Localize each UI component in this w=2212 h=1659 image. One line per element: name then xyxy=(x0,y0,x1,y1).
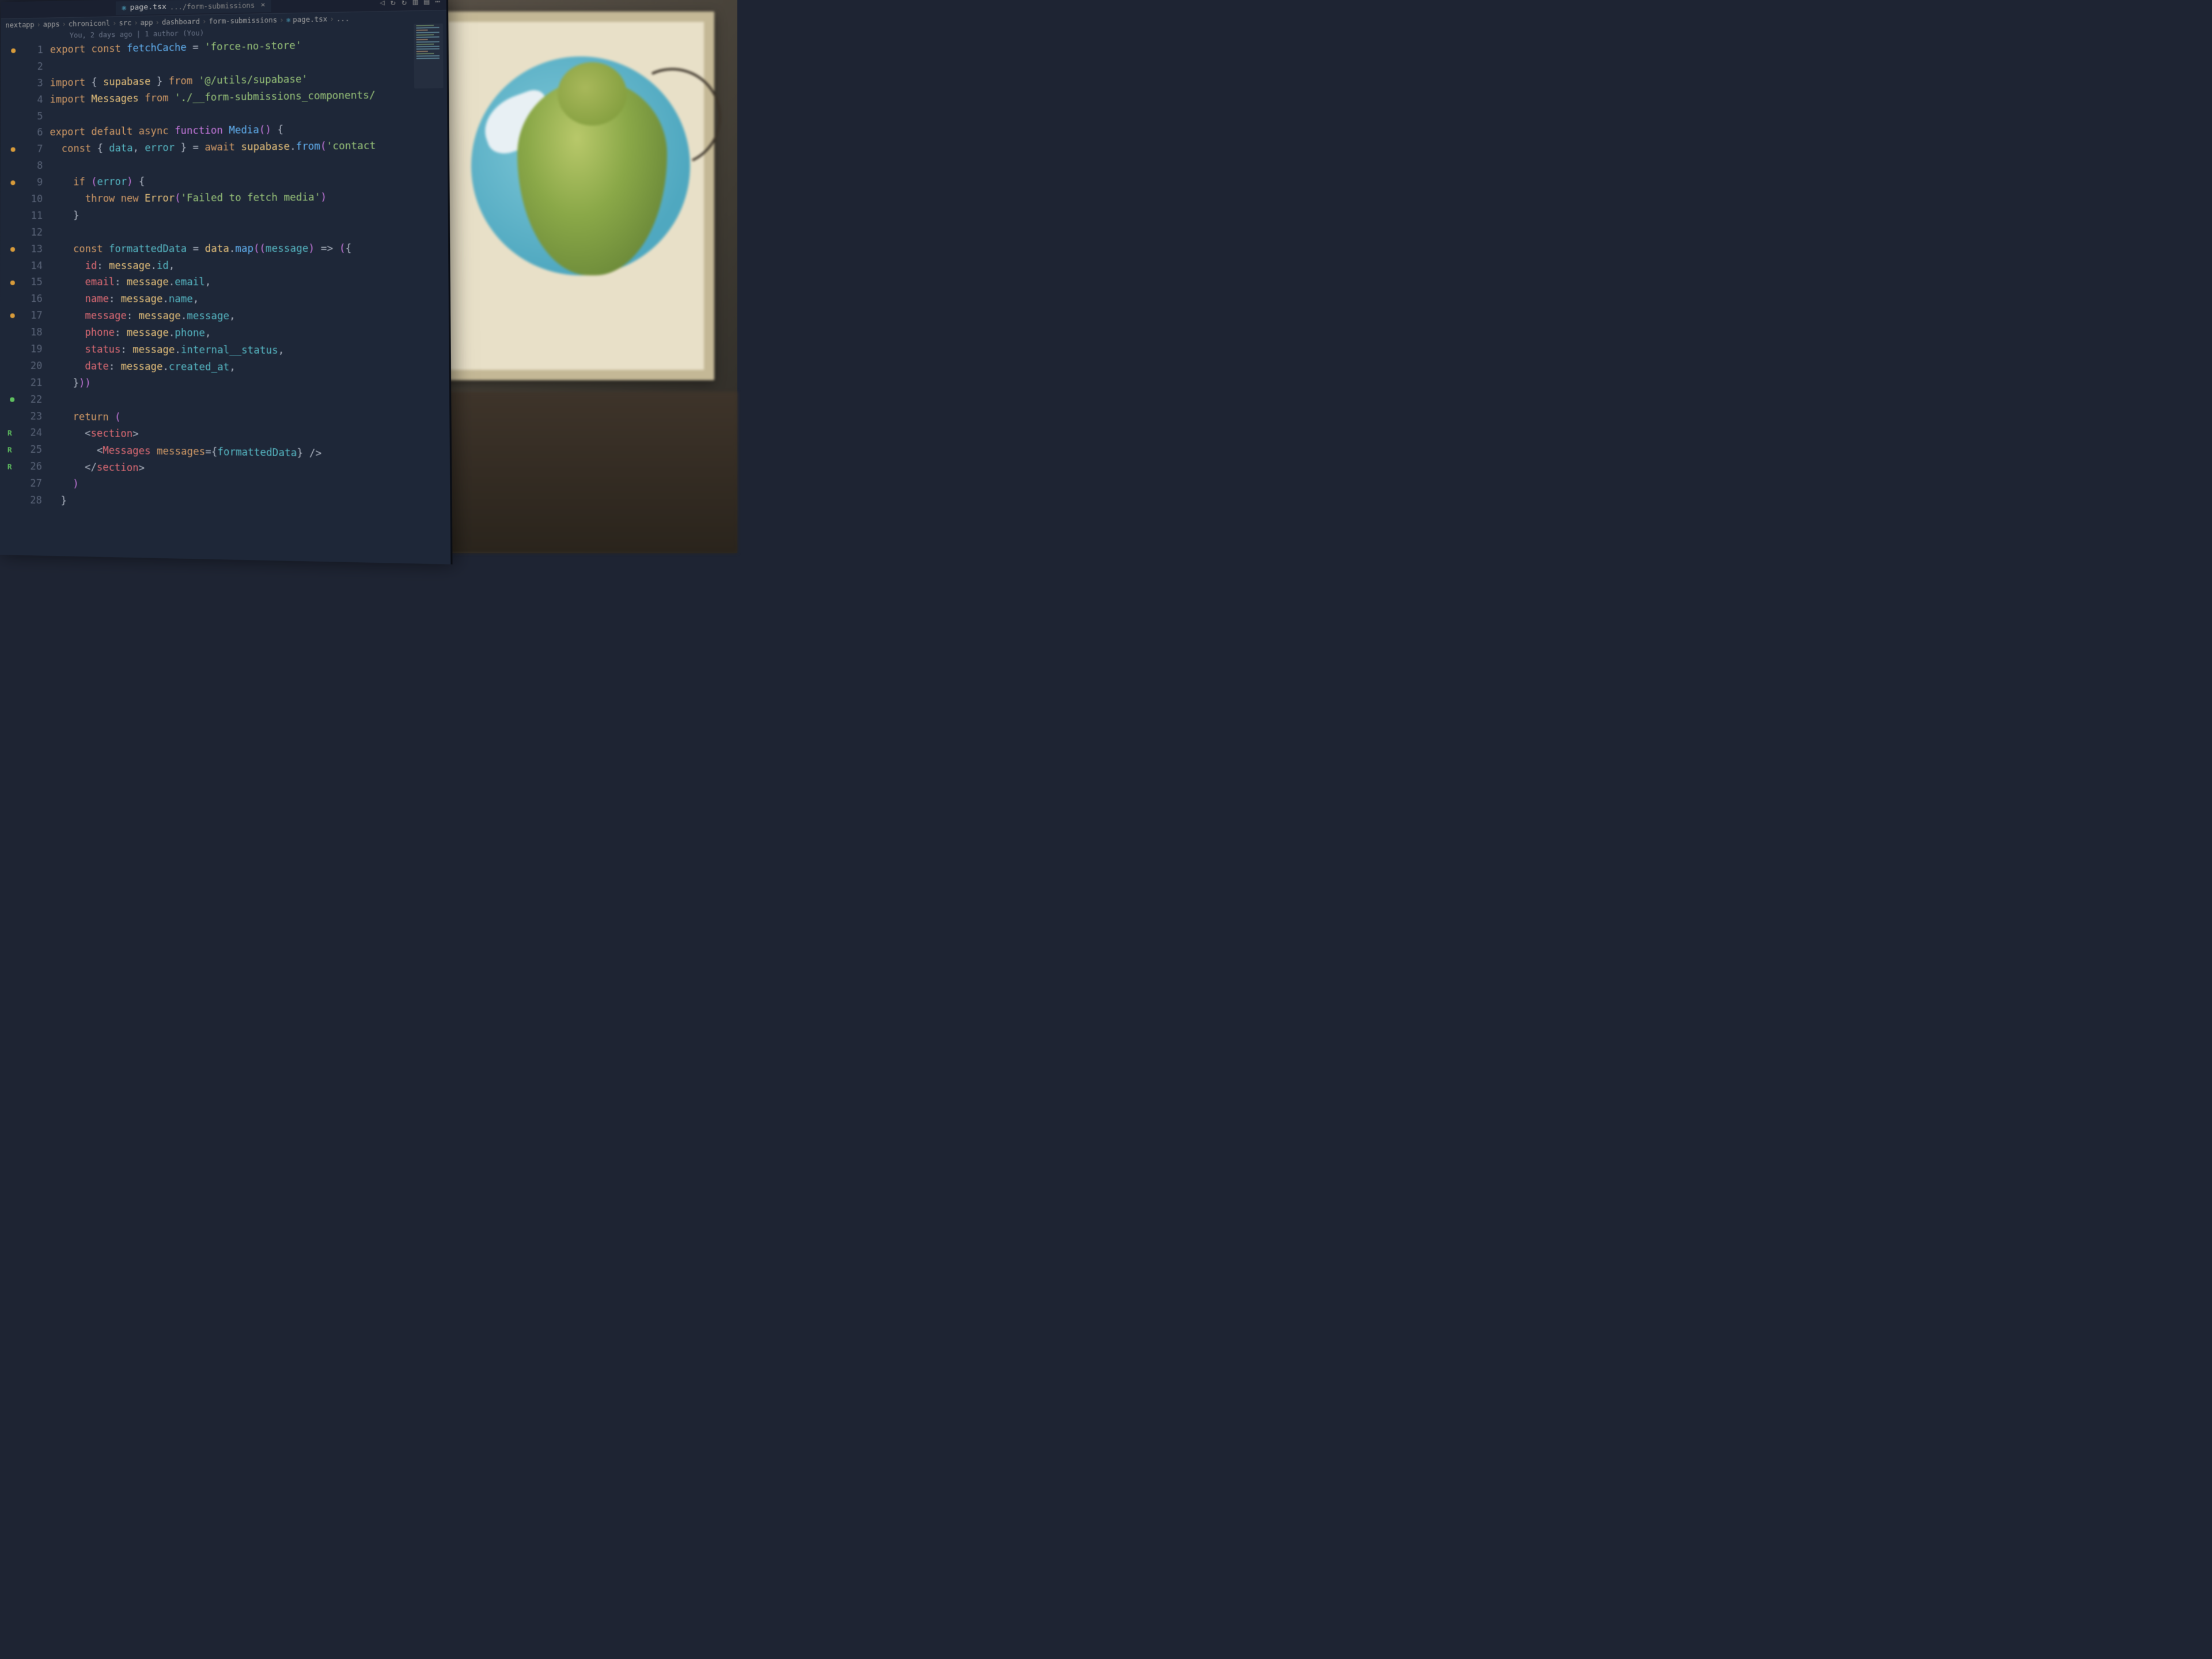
line-number[interactable]: 17 xyxy=(23,308,43,324)
line-number[interactable]: 9 xyxy=(23,175,43,191)
picture-frame xyxy=(438,12,714,380)
line-number[interactable]: 14 xyxy=(23,258,43,275)
gutter-marks: RRR xyxy=(0,43,24,509)
line-number[interactable]: 12 xyxy=(23,225,43,241)
code-line[interactable]: message: message.message, xyxy=(50,308,449,326)
breadcrumb-segment[interactable]: dashboard xyxy=(162,17,200,26)
chevron-right-icon: › xyxy=(134,19,138,27)
breadcrumb-segment[interactable]: nextapp xyxy=(5,21,34,29)
line-number[interactable]: 11 xyxy=(23,208,43,225)
code-line[interactable]: if (error) { xyxy=(50,172,448,191)
line-number[interactable]: 27 xyxy=(22,475,42,493)
chevron-right-icon: › xyxy=(329,15,334,23)
editor-window: ⚛ page.tsx .../form-submissions × ◁ ↻ ↻ … xyxy=(0,0,453,565)
gutter-dot-icon xyxy=(10,247,15,252)
layout-icon[interactable]: ▤ xyxy=(424,0,429,6)
nav-back-icon[interactable]: ◁ xyxy=(380,0,385,7)
code-line[interactable]: date: message.created_at, xyxy=(49,358,449,378)
code-line[interactable]: } xyxy=(50,206,448,224)
line-number[interactable]: 16 xyxy=(23,291,43,308)
line-number[interactable]: 4 xyxy=(24,92,43,108)
code-line[interactable]: status: message.internal__status, xyxy=(50,342,449,361)
line-number[interactable]: 2 xyxy=(24,59,43,75)
code-line[interactable] xyxy=(50,223,448,241)
more-icon[interactable]: ⋯ xyxy=(435,0,440,6)
line-number[interactable]: 13 xyxy=(23,241,43,258)
tab-filename: page.tsx xyxy=(130,3,166,12)
code-content[interactable]: export const fetchCache = 'force-no-stor… xyxy=(49,35,450,517)
line-number[interactable]: 22 xyxy=(22,392,42,408)
breadcrumb-segment[interactable]: form-submissions xyxy=(209,16,278,25)
line-numbers-gutter: 1234567891011121314151617181920212223242… xyxy=(22,42,50,509)
chevron-right-icon: › xyxy=(202,17,206,25)
line-number[interactable]: 20 xyxy=(22,358,42,374)
breadcrumb-segment[interactable]: app xyxy=(141,18,153,26)
code-line[interactable]: id: message.id, xyxy=(50,257,449,275)
code-area: RRR 123456789101112131415161718192021222… xyxy=(0,35,450,517)
line-number[interactable]: 10 xyxy=(23,191,43,208)
split-editor-icon[interactable]: ▥ xyxy=(413,0,418,7)
chevron-right-icon: › xyxy=(62,20,66,28)
line-number[interactable]: 19 xyxy=(22,341,42,358)
code-line[interactable]: phone: message.phone, xyxy=(50,325,449,343)
gutter-letter-mark: R xyxy=(7,427,12,440)
line-number[interactable]: 21 xyxy=(22,374,42,391)
breadcrumb-segment[interactable]: src xyxy=(119,19,131,27)
gutter-dot-icon xyxy=(11,147,16,152)
line-number[interactable]: 5 xyxy=(24,108,43,125)
breadcrumb-segment[interactable]: chroniconl xyxy=(69,19,110,28)
line-number[interactable]: 1 xyxy=(24,42,43,59)
code-line[interactable]: email: message.email, xyxy=(50,274,449,291)
line-number[interactable]: 8 xyxy=(23,158,43,175)
minimap[interactable] xyxy=(414,24,443,89)
desk-surface xyxy=(438,392,737,553)
chevron-right-icon: › xyxy=(279,16,284,24)
line-number[interactable]: 6 xyxy=(24,125,43,142)
react-icon: ⚛ xyxy=(122,3,127,13)
picture-circle xyxy=(471,56,690,275)
gutter-letter-mark: R xyxy=(7,461,12,474)
line-number[interactable]: 28 xyxy=(22,492,42,509)
reload-icon[interactable]: ↻ xyxy=(391,0,396,7)
line-number[interactable]: 15 xyxy=(23,274,43,291)
gutter-dot-icon xyxy=(10,397,14,402)
code-line[interactable]: name: message.name, xyxy=(50,291,449,309)
gutter-dot-icon xyxy=(11,48,16,53)
tab-path-hint: .../form-submissions xyxy=(170,1,255,11)
picture-bow xyxy=(609,54,735,180)
chevron-right-icon: › xyxy=(112,19,116,27)
picture-wing xyxy=(476,86,559,159)
line-number[interactable]: 24 xyxy=(22,425,42,442)
line-number[interactable]: 26 xyxy=(22,459,42,476)
line-number[interactable]: 7 xyxy=(23,142,43,158)
tab-page-tsx[interactable]: ⚛ page.tsx .../form-submissions × xyxy=(116,0,271,15)
tab-actions: ◁ ↻ ↻ ▥ ▤ ⋯ xyxy=(380,0,441,7)
line-number[interactable]: 25 xyxy=(22,442,42,459)
gutter-letter-mark: R xyxy=(7,444,12,457)
gutter-dot-icon xyxy=(10,313,15,318)
breadcrumb-overflow[interactable]: ... xyxy=(336,14,350,23)
chevron-right-icon: › xyxy=(37,21,41,29)
breadcrumb-segment[interactable]: apps xyxy=(43,20,60,28)
chevron-right-icon: › xyxy=(156,18,160,26)
gutter-dot-icon xyxy=(10,181,15,185)
breadcrumb-file[interactable]: page.tsx xyxy=(293,15,327,24)
line-number[interactable]: 3 xyxy=(24,75,43,92)
code-line[interactable]: throw new Error('Failed to fetch media') xyxy=(50,188,448,207)
close-icon[interactable]: × xyxy=(261,1,266,9)
picture-character xyxy=(517,79,667,275)
code-line[interactable]: const formattedData = data.map((message)… xyxy=(50,240,448,258)
reload-icon-2[interactable]: ↻ xyxy=(402,0,407,7)
line-number[interactable]: 23 xyxy=(22,408,42,426)
gutter-dot-icon xyxy=(10,281,15,285)
react-icon: ⚛ xyxy=(286,16,291,24)
line-number[interactable]: 18 xyxy=(23,324,43,341)
